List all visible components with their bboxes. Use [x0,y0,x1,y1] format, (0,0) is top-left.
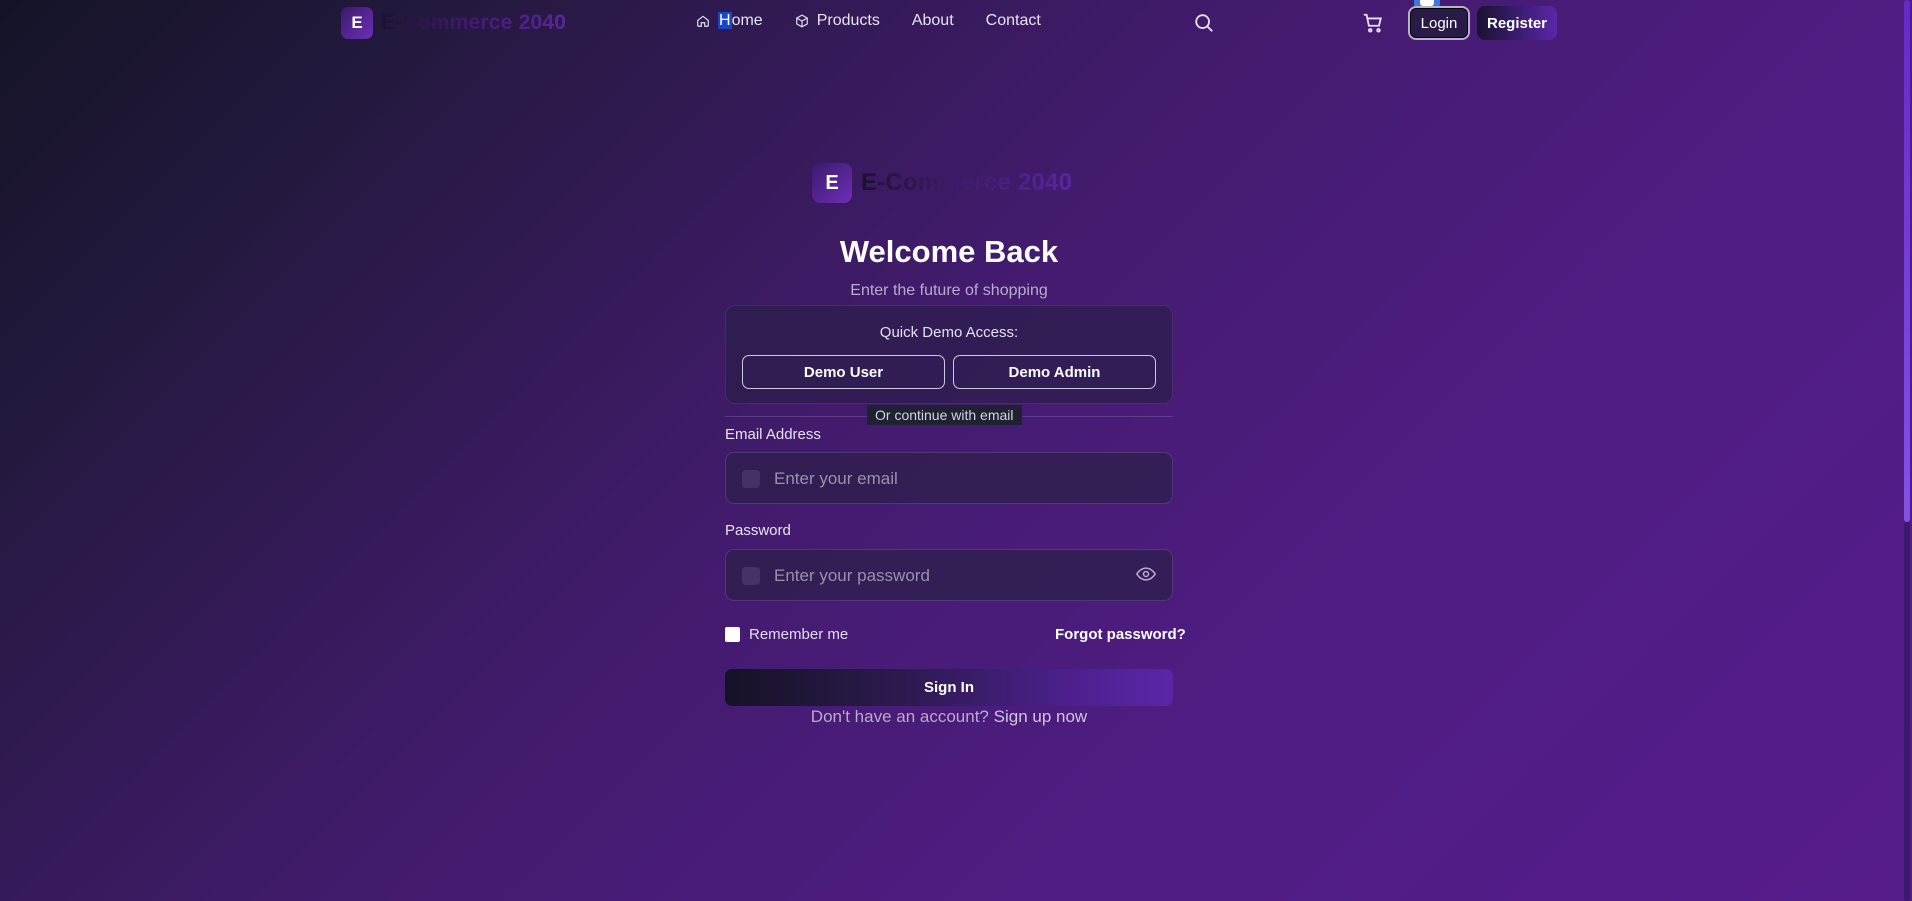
nav-home-label: Home [718,12,763,29]
nav-contact[interactable]: Contact [986,12,1041,30]
nav-contact-label: Contact [985,12,1041,29]
signup-prompt: Don't have an account? [810,707,989,726]
demo-admin-button[interactable]: Demo Admin [953,355,1156,389]
logo-badge: E [341,7,373,39]
demo-access-card: Quick Demo Access: Demo User Demo Admin [725,305,1173,404]
scrollbar[interactable] [1900,0,1912,901]
nav-home[interactable]: Home [696,12,763,30]
password-field[interactable]: Enter your password [725,549,1173,601]
brand-text: E-Commerce 2040 [861,169,1073,196]
register-button[interactable]: Register [1477,6,1557,40]
search-button[interactable] [1193,12,1215,34]
password-label: Password [725,522,791,539]
signup-link[interactable]: Sign up now [994,707,1088,726]
divider-label: Or continue with email [867,405,1022,425]
brand-logo: E E-Commerce 2040 [812,163,1072,203]
cart-icon [1363,13,1382,33]
email-label: Email Address [725,426,821,443]
top-navbar: E E-Commerce 2040 Home Products About Co… [0,0,1912,46]
remember-label: Remember me [749,626,849,643]
demo-user-button[interactable]: Demo User [742,355,945,389]
signup-row: Don't have an account? Sign up now [0,707,1898,727]
site-logo[interactable]: E E-Commerce 2040 [341,7,566,39]
email-placeholder: Enter your email [774,469,898,488]
nav-links: Home Products About Contact [696,12,1041,30]
logo-text: E-Commerce 2040 [381,11,567,34]
box-icon [795,14,808,28]
brand-badge: E [812,163,852,203]
mail-icon [742,470,760,488]
nav-about-label: About [911,12,954,29]
cart-button[interactable] [1362,12,1384,34]
nav-products-label: Products [816,12,880,29]
eye-icon[interactable] [1136,566,1156,582]
login-button[interactable]: Login [1408,6,1470,40]
page-title: Welcome Back [839,234,1059,269]
demo-title: Quick Demo Access: [879,324,1019,341]
lock-icon [742,567,760,585]
password-placeholder: Enter your password [774,566,930,585]
page-subtitle: Enter the future of shopping [850,282,1048,299]
search-icon [1195,14,1213,32]
scrollbar-thumb[interactable] [1904,0,1910,522]
email-field[interactable]: Enter your email [725,452,1173,504]
nav-about[interactable]: About [912,12,954,30]
home-icon [697,15,709,27]
remember-checkbox[interactable] [725,627,740,642]
scrollbar-track [1904,522,1910,901]
nav-products[interactable]: Products [795,12,880,30]
sign-in-button[interactable]: Sign In [725,669,1173,706]
forgot-password-link[interactable]: Forgot password? [1055,626,1186,643]
remember-me[interactable]: Remember me [725,626,848,643]
